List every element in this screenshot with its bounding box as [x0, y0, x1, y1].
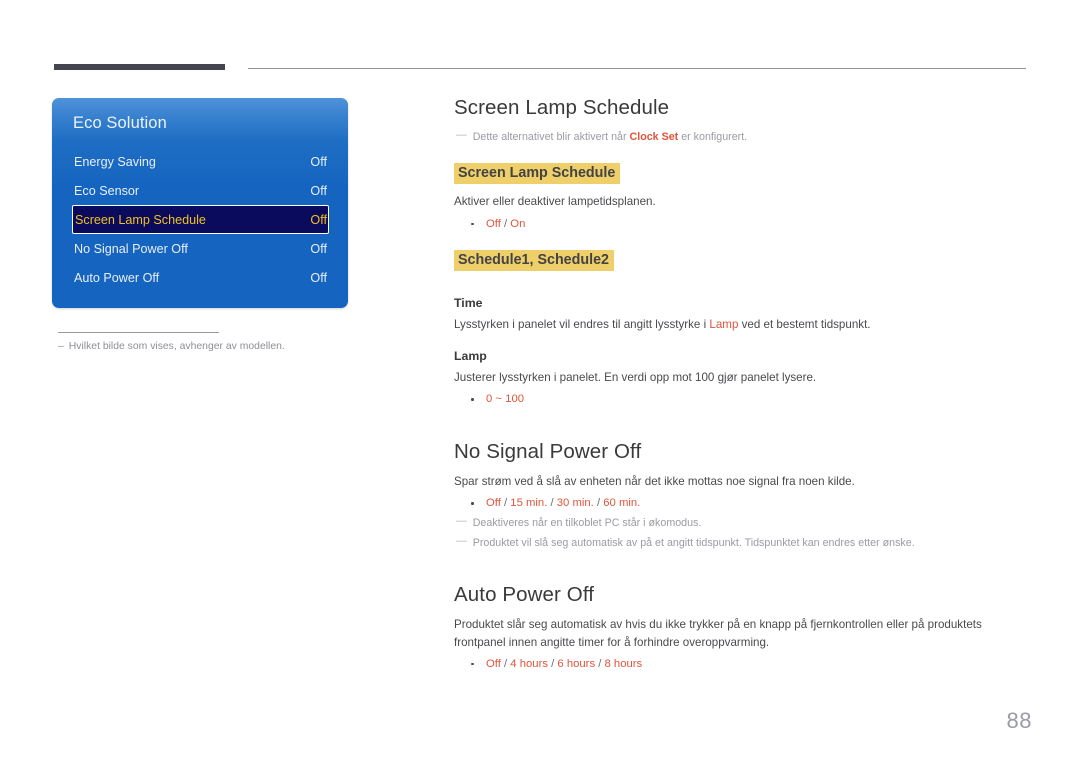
section-heading-auto-power-off: Auto Power Off: [454, 583, 595, 607]
footnote-dash: –: [58, 341, 64, 352]
left-footnote: – Hvilket bilde som vises, avhenger av m…: [58, 341, 348, 352]
note-text: Dette alternativet blir aktivert når Clo…: [473, 129, 1032, 145]
note-clock-set: — Dette alternativet blir aktivert når C…: [456, 129, 1032, 145]
description-screen-lamp-schedule: Aktiver eller deaktiver lampetidsplanen.: [454, 195, 656, 209]
subheading-highlight-screen-lamp-schedule: Screen Lamp Schedule: [454, 163, 621, 185]
description-time-accent: Lamp: [709, 318, 739, 332]
option-value: 8 hours: [604, 657, 643, 670]
section-heading-no-signal-power-off: No Signal Power Off: [454, 440, 642, 464]
options-list-lamp: 0 ~ 100: [454, 391, 1032, 408]
osd-row-value: Off: [310, 270, 327, 285]
header-divider-line: [248, 68, 1026, 69]
note-scheduled-power-off: — Produktet vil slå seg automatisk av på…: [456, 535, 1032, 551]
osd-row-value: Off: [310, 183, 327, 198]
osd-row-value: Off: [310, 212, 327, 227]
option-value: 0 ~ 100: [486, 393, 525, 406]
osd-row-label: Energy Saving: [74, 154, 156, 169]
osd-row-eco-sensor[interactable]: Eco Sensor Off: [73, 176, 328, 205]
description-time-before: Lysstyrken i panelet vil endres til angi…: [454, 318, 710, 332]
osd-row-value: Off: [310, 154, 327, 169]
documentation-column: Screen Lamp Schedule — Dette alternative…: [454, 96, 1032, 676]
options-list-screen-lamp-schedule: Off / On: [454, 216, 1032, 233]
header-accent-bar: [54, 64, 225, 70]
option-value: Off: [486, 497, 501, 510]
option-separator: /: [593, 497, 604, 510]
note-text: Deaktiveres når en tilkoblet PC står i ø…: [472, 517, 702, 530]
note-text-before: Dette alternativet blir aktivert når: [472, 131, 630, 143]
note-text-emphasis: Clock Set: [629, 131, 679, 143]
option-value: 4 hours: [510, 657, 548, 670]
option-separator: /: [500, 657, 511, 670]
option-value: 15 min.: [510, 497, 548, 510]
options-list-auto-power-off: Off / 4 hours / 6 hours / 8 hours: [454, 656, 1032, 673]
note-text-after: er konfigurert.: [678, 131, 748, 143]
option-value: Off: [486, 217, 501, 230]
note-dash: —: [456, 535, 467, 548]
osd-row-label: Eco Sensor: [74, 183, 140, 198]
osd-menu-rows: Energy Saving Off Eco Sensor Off Screen …: [52, 147, 348, 292]
option-item: 0 ~ 100: [454, 391, 1032, 408]
option-separator: /: [547, 497, 557, 510]
osd-row-screen-lamp-schedule[interactable]: Screen Lamp Schedule Off: [72, 205, 329, 234]
options-list-no-signal-power-off: Off / 15 min. / 30 min. / 60 min.: [454, 495, 1032, 512]
option-separator: /: [547, 657, 558, 670]
note-dash: —: [456, 515, 467, 528]
option-value: 30 min.: [556, 497, 594, 510]
osd-row-label: Screen Lamp Schedule: [75, 212, 206, 227]
osd-row-label: No Signal Power Off: [74, 241, 188, 256]
option-separator: /: [595, 657, 605, 670]
note-eco-mode-disable: — Deaktiveres når en tilkoblet PC står i…: [456, 515, 1032, 531]
subheading-lamp: Lamp: [454, 349, 487, 364]
option-separator: /: [500, 217, 511, 230]
osd-row-auto-power-off[interactable]: Auto Power Off Off: [73, 263, 328, 292]
description-lamp: Justerer lysstyrken i panelet. En verdi …: [454, 371, 817, 385]
option-item: Off / 15 min. / 30 min. / 60 min.: [454, 495, 1032, 512]
osd-row-value: Off: [310, 241, 327, 256]
osd-menu-title: Eco Solution: [73, 114, 167, 132]
option-value: 60 min.: [603, 497, 641, 510]
osd-illustration-column: Eco Solution Energy Saving Off Eco Senso…: [52, 98, 348, 352]
section-heading-screen-lamp-schedule: Screen Lamp Schedule: [454, 96, 670, 119]
footnote-text: Hvilket bilde som vises, avhenger av mod…: [68, 341, 285, 352]
description-time: Lysstyrken i panelet vil endres til angi…: [454, 316, 1032, 333]
note-text: Produktet vil slå seg automatisk av på e…: [472, 537, 915, 550]
page-number: 88: [1006, 708, 1032, 733]
option-item: Off / 4 hours / 6 hours / 8 hours: [454, 656, 1032, 673]
osd-menu-panel: Eco Solution Energy Saving Off Eco Senso…: [52, 98, 348, 308]
option-value: Off: [486, 657, 501, 670]
description-auto-power-off: Produktet slår seg automatisk av hvis du…: [454, 618, 982, 649]
osd-row-energy-saving[interactable]: Energy Saving Off: [73, 147, 328, 176]
description-no-signal-power-off: Spar strøm ved å slå av enheten når det …: [454, 475, 855, 489]
subheading-highlight-schedules: Schedule1, Schedule2: [454, 249, 614, 272]
option-value: 6 hours: [557, 657, 596, 670]
note-dash: —: [456, 129, 467, 141]
option-value: On: [510, 217, 526, 230]
subheading-time: Time: [454, 296, 483, 311]
option-separator: /: [500, 497, 511, 510]
page-header-rules: [0, 60, 1080, 70]
osd-row-no-signal-power-off[interactable]: No Signal Power Off Off: [73, 234, 328, 263]
osd-row-label: Auto Power Off: [74, 270, 160, 285]
option-item: Off / On: [454, 216, 1032, 233]
description-time-after: ved et bestemt tidspunkt.: [738, 318, 871, 332]
left-note-divider: [58, 332, 219, 333]
